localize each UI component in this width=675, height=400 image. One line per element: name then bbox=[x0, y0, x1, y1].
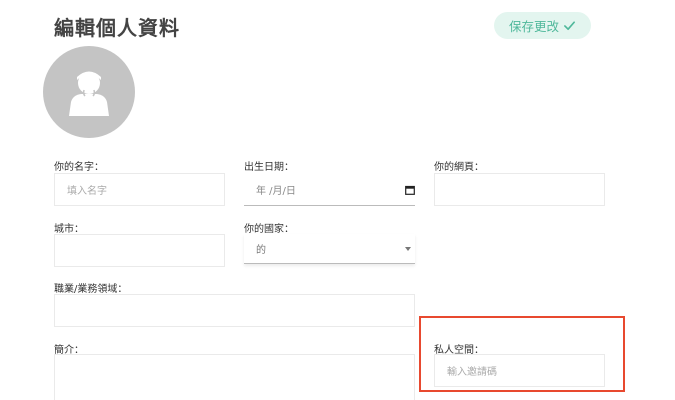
avatar[interactable] bbox=[43, 46, 135, 138]
chevron-down-icon bbox=[405, 247, 411, 251]
website-label: 你的網頁： bbox=[434, 162, 484, 173]
website-input[interactable] bbox=[434, 173, 605, 206]
name-placeholder: 填入名字 bbox=[67, 186, 107, 197]
name-input[interactable]: 填入名字 bbox=[54, 173, 225, 206]
invite-code-placeholder: 輸入邀請碼 bbox=[447, 367, 497, 378]
birthday-value: 年 /月/日 bbox=[256, 185, 296, 197]
user-avatar-placeholder-icon bbox=[69, 71, 109, 116]
save-button[interactable]: 保存更改 bbox=[494, 12, 591, 39]
city-input[interactable] bbox=[54, 234, 225, 267]
country-select[interactable]: 的 bbox=[244, 234, 415, 264]
name-label: 你的名字： bbox=[54, 162, 104, 173]
page-title: 編輯個人資料 bbox=[54, 16, 180, 40]
bio-textarea[interactable] bbox=[54, 354, 415, 400]
city-label: 城市： bbox=[54, 224, 84, 235]
country-selected: 的 bbox=[256, 245, 266, 256]
check-icon bbox=[564, 21, 575, 31]
invite-code-input[interactable]: 輸入邀請碼 bbox=[434, 354, 605, 387]
calendar-icon[interactable] bbox=[405, 185, 415, 195]
birthday-label: 出生日期： bbox=[244, 162, 294, 173]
birthday-input[interactable]: 年 /月/日 bbox=[244, 173, 415, 206]
country-label: 你的國家： bbox=[244, 224, 294, 235]
occupation-label: 職業/業務領域： bbox=[54, 284, 128, 295]
occupation-input[interactable] bbox=[54, 294, 415, 327]
save-button-label: 保存更改 bbox=[508, 19, 559, 34]
